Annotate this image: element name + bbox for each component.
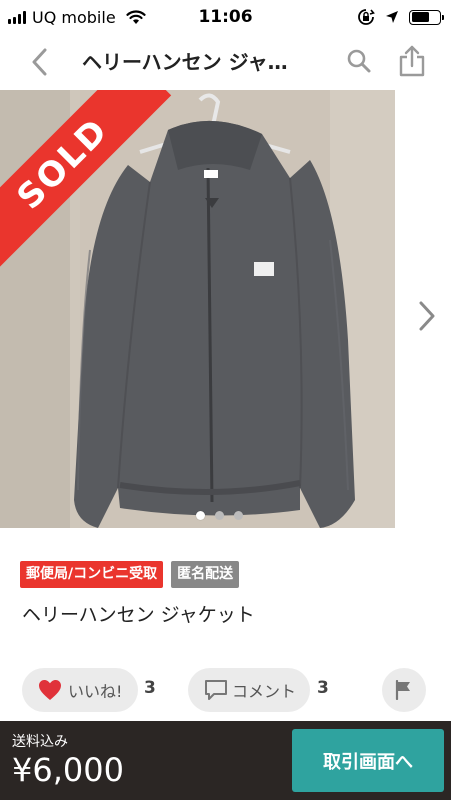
location-icon [386,11,398,23]
tag-anonymous-shipping: 匿名配送 [171,561,240,588]
carousel-indicator [196,511,243,520]
status-bar: UQ mobile 11:06 [0,0,451,34]
next-photo-button[interactable] [412,296,442,336]
search-icon [347,49,371,73]
flag-icon [395,680,410,700]
tag-post-office-pickup: 郵便局/コンビニ受取 [20,561,164,588]
share-icon [399,45,425,77]
battery-icon [409,9,444,25]
carousel-dot[interactable] [234,511,243,520]
report-button[interactable] [382,668,426,712]
comment-button[interactable]: コメント [188,668,310,712]
photo-carousel[interactable]: SOLD [0,90,451,528]
navigation-bar: ヘリーハンセン ジャ… [0,34,451,90]
share-button[interactable] [396,42,428,80]
search-button[interactable] [344,44,374,78]
shipping-included-label: 送料込み [12,734,68,750]
back-chevron-icon [32,48,47,76]
comment-label: コメント [232,682,297,701]
item-title: ヘリーハンセン ジャケット [22,604,255,626]
status-right [357,0,444,34]
carousel-dot[interactable] [196,511,205,520]
next-chevron-icon [419,301,435,331]
bottom-bar: 送料込み ¥6,000 取引画面へ [0,721,451,800]
rotation-lock-icon [358,9,375,25]
like-button[interactable]: いいね! [22,668,138,712]
nav-title: ヘリーハンセン ジャ… [82,50,288,74]
heart-icon [39,680,61,700]
shipping-tags: 郵便局/コンビニ受取 匿名配送 [20,561,240,588]
carousel-dot[interactable] [215,511,224,520]
like-label: いいね! [68,682,123,701]
like-count: 3 [144,678,156,698]
comment-count: 3 [317,678,329,698]
go-to-transaction-button[interactable]: 取引画面へ [292,729,444,792]
price: ¥6,000 [12,751,124,789]
comment-icon [205,680,227,700]
back-button[interactable] [22,42,58,82]
battery-fill [411,12,430,22]
